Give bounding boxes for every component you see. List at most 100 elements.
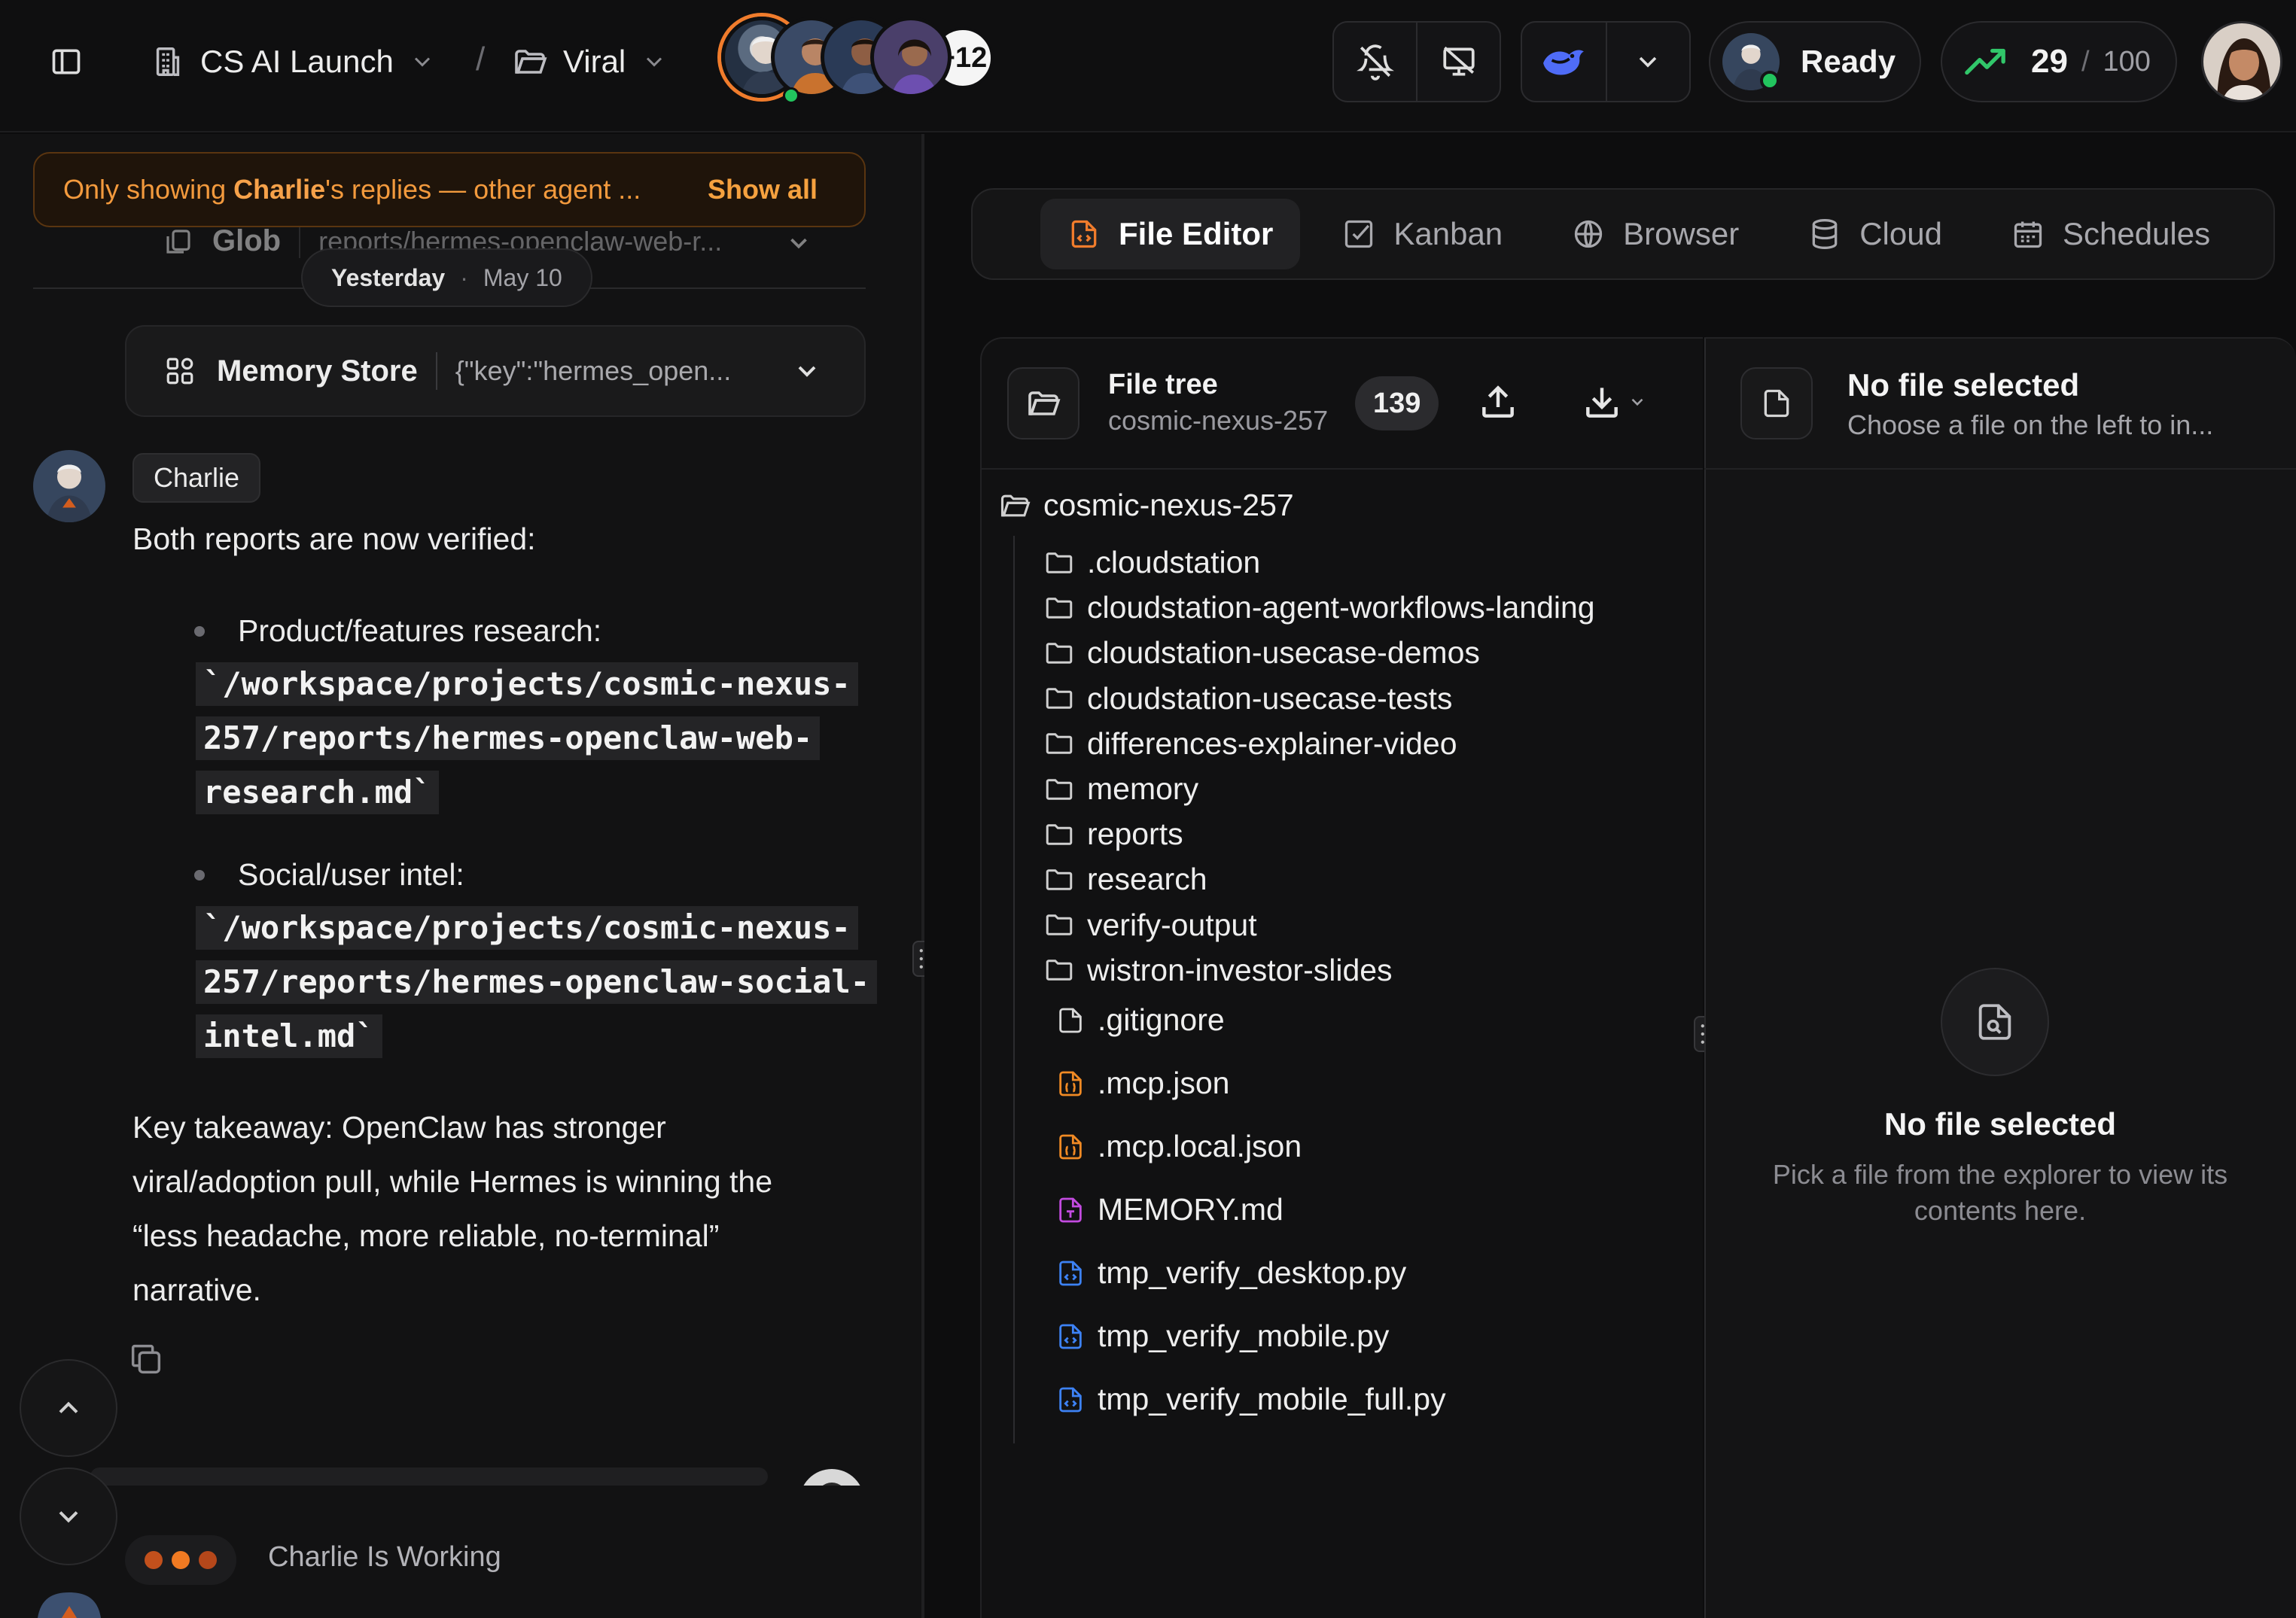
download-icon <box>1586 388 1618 418</box>
tab-label: Kanban <box>1393 216 1503 251</box>
inline-code: intel.md` <box>196 1014 382 1058</box>
sidebar-toggle-button[interactable] <box>39 35 93 89</box>
inline-code: `/workspace/projects/cosmic-nexus- <box>196 906 858 950</box>
usage-meter[interactable]: 29 / 100 <box>1941 21 2177 102</box>
file-tree-title: File tree <box>1108 369 1218 400</box>
tree-file[interactable]: tmp_verify_desktop.py <box>1055 1255 1406 1291</box>
code-file-icon <box>1059 1387 1082 1412</box>
tree-folder[interactable]: reports <box>1043 817 1183 852</box>
tab-schedules[interactable]: Schedules <box>1984 199 2237 269</box>
checkbox-icon <box>1345 220 1373 248</box>
copy-message-button[interactable] <box>126 1340 166 1379</box>
viewer-header-title: No file selected <box>1847 367 2080 403</box>
tree-item-label: tmp_verify_desktop.py <box>1098 1255 1407 1290</box>
folder-icon <box>1046 869 1073 890</box>
date-absolute: May 10 <box>483 263 562 291</box>
filter-banner: Only showing Charlie's replies — other a… <box>33 152 866 227</box>
tab-label: Cloud <box>1859 216 1942 251</box>
upload-icon <box>1482 385 1514 418</box>
typing-dot <box>199 1551 217 1569</box>
tree-file[interactable]: .gitignore <box>1055 1002 1225 1038</box>
mute-notifications-button[interactable] <box>1334 23 1416 101</box>
message-intro: Both reports are now verified: <box>132 522 536 556</box>
tree-item-label: verify-output <box>1087 907 1257 942</box>
json-file-icon <box>1059 1134 1082 1159</box>
team-avatar-stack[interactable]: +12 <box>721 17 994 107</box>
usage-max: 100 <box>2103 45 2151 78</box>
calendar-icon <box>2014 221 2042 248</box>
folder-open-icon <box>1000 494 1031 516</box>
folder-icon <box>1046 823 1073 845</box>
agent-status[interactable]: Ready <box>1709 21 1921 102</box>
folder-icon <box>1046 960 1073 981</box>
tab-label: File Editor <box>1119 216 1274 251</box>
user-avatar[interactable] <box>2201 21 2282 102</box>
tree-file[interactable]: MEMORY.md <box>1055 1192 1284 1227</box>
avatar <box>870 17 952 98</box>
tree-item-label: cosmic-nexus-257 <box>1043 488 1294 522</box>
tree-item-label: .mcp.local.json <box>1098 1129 1302 1163</box>
empty-state-icon-badge <box>1941 968 2049 1076</box>
working-status: Charlie Is Working <box>268 1541 501 1573</box>
show-all-button[interactable]: Show all <box>708 174 818 205</box>
tree-folder[interactable]: research <box>1043 862 1207 897</box>
inline-code: research.md` <box>196 771 440 814</box>
message-takeaway-line: “less headache, more reliable, no-termin… <box>132 1218 720 1253</box>
globe-icon <box>1575 220 1603 248</box>
tree-folder[interactable]: cloudstation-usecase-tests <box>1043 681 1452 716</box>
breadcrumb-project[interactable]: Viral <box>512 39 668 84</box>
tree-root-folder[interactable]: cosmic-nexus-257 <box>998 488 1294 523</box>
tree-folder[interactable]: cloudstation-usecase-demos <box>1043 635 1480 671</box>
tree-folder[interactable]: cloudstation-agent-workflows-landing <box>1043 590 1595 625</box>
breadcrumb-workspace[interactable]: CS AI Launch <box>151 39 436 84</box>
folder-open-icon <box>1028 391 1061 415</box>
tree-folder[interactable]: differences-explainer-video <box>1043 726 1457 762</box>
folder-icon <box>1046 643 1073 664</box>
date-relative: Yesterday <box>331 263 446 291</box>
scroll-up-button[interactable] <box>20 1359 117 1457</box>
message-takeaway-line: narrative. <box>132 1273 261 1307</box>
breadcrumb-separator: / <box>476 41 486 78</box>
upload-button[interactable] <box>1477 381 1519 423</box>
copy-icon <box>131 1344 161 1374</box>
tree-item-label: MEMORY.md <box>1098 1192 1284 1227</box>
tab-file-editor[interactable]: File Editor <box>1040 199 1301 269</box>
tab-cloud[interactable]: Cloud <box>1781 199 1969 269</box>
copy-files-icon <box>166 229 190 254</box>
tree-folder[interactable]: .cloudstation <box>1043 545 1260 580</box>
inline-code: `/workspace/projects/cosmic-nexus- <box>196 662 858 706</box>
chevron-down-icon <box>790 238 807 249</box>
tab-browser[interactable]: Browser <box>1545 199 1766 269</box>
tree-folder[interactable]: memory <box>1043 771 1198 807</box>
download-button[interactable] <box>1581 381 1647 423</box>
tree-item-label: cloudstation-usecase-demos <box>1087 635 1480 671</box>
message-takeaway-line: Key takeaway: OpenClaw has stronger <box>132 1110 666 1145</box>
scroll-down-button[interactable] <box>20 1467 117 1565</box>
date-divider: Yesterday · May 10 <box>301 248 592 307</box>
usage-separator: / <box>2081 45 2090 78</box>
tree-folder[interactable]: verify-output <box>1043 908 1257 943</box>
chevron-down-icon <box>647 57 662 67</box>
agent-logo-button[interactable] <box>1522 23 1606 101</box>
agent-dropdown-button[interactable] <box>1605 23 1689 101</box>
tree-item-label: wistron-investor-slides <box>1087 952 1393 987</box>
inline-code: 257/reports/hermes-openclaw-social- <box>196 960 878 1004</box>
file-viewer-header-divider <box>1704 468 2296 470</box>
tool-call-card-memory[interactable]: Memory Store {"key":"hermes_open... <box>125 325 866 417</box>
message-takeaway-line: viral/adoption pull, while Hermes is win… <box>132 1164 773 1199</box>
sidebar-panel-icon <box>52 49 81 75</box>
online-indicator <box>783 87 799 104</box>
tree-file[interactable]: tmp_verify_mobile_full.py <box>1055 1382 1446 1417</box>
tree-file[interactable]: tmp_verify_mobile.py <box>1055 1318 1389 1354</box>
tab-kanban[interactable]: Kanban <box>1315 199 1530 269</box>
chevron-down-icon <box>1640 56 1657 68</box>
tree-file[interactable]: .mcp.json <box>1055 1066 1229 1101</box>
tree-file[interactable]: .mcp.local.json <box>1055 1129 1302 1164</box>
tree-folder[interactable]: wistron-investor-slides <box>1043 953 1393 988</box>
online-indicator <box>1760 71 1780 90</box>
bell-off-icon <box>1356 44 1394 81</box>
json-file-icon <box>1059 1071 1082 1096</box>
folder-icon <box>1046 778 1073 800</box>
whale-logo-icon <box>1543 50 1585 75</box>
screen-share-off-button[interactable] <box>1416 23 1500 101</box>
